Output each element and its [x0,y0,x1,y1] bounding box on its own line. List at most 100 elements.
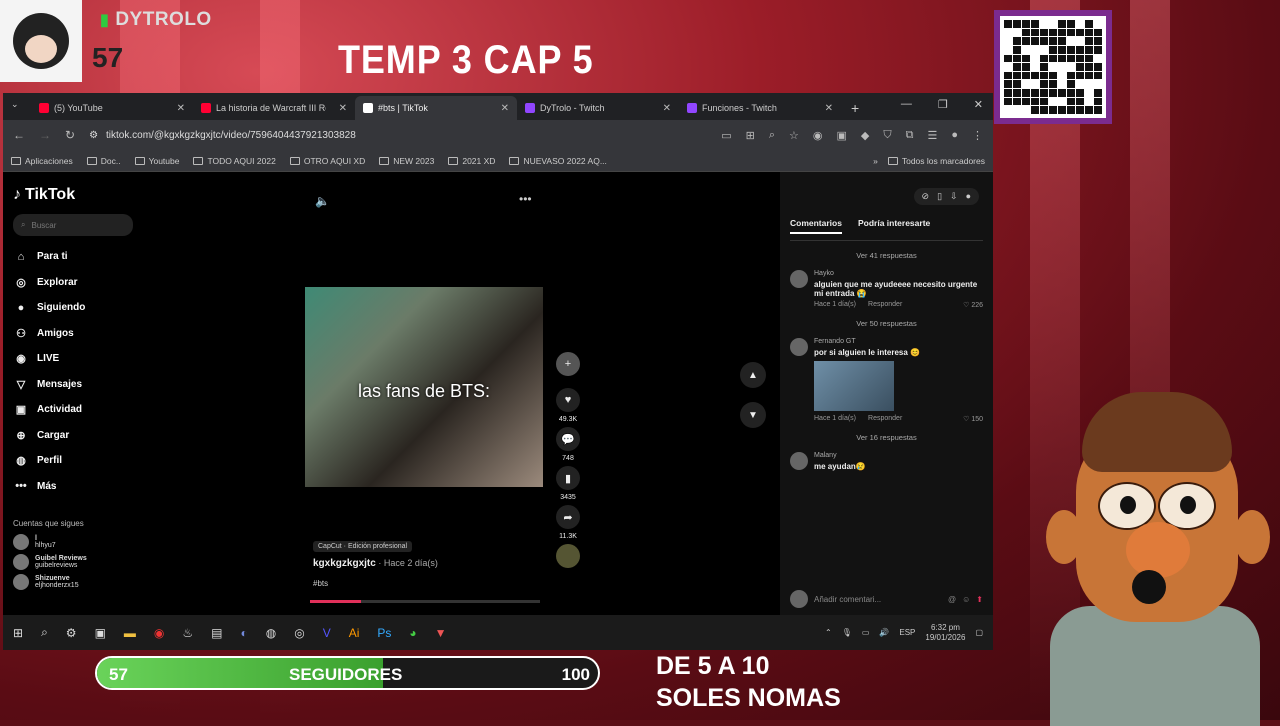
reply-button[interactable]: Responder [868,301,902,309]
tray-arrow-icon[interactable]: ⌃ [825,628,832,637]
app-icon[interactable]: ▤ [211,626,222,640]
nav-item[interactable]: ••• Más [13,474,143,500]
app-icon[interactable]: ◍ [266,626,276,640]
translate-icon[interactable]: ⊞ [746,129,755,142]
maximize-icon[interactable]: ❐ [938,98,948,111]
volume-icon[interactable]: 🔈 [315,194,330,208]
commenter-avatar[interactable] [790,270,808,288]
browser-tab[interactable]: (5) YouTube ✕ [31,96,193,120]
author-name[interactable]: kgxkgzkgxjtc [313,558,376,569]
capcut-badge[interactable]: CapCut · Edición profesional [313,541,413,552]
previous-video-button[interactable]: ▲ [740,362,766,388]
browser-tab[interactable]: #bts | TikTok ✕ [355,96,517,120]
commenter-avatar[interactable] [790,452,808,470]
close-tab-icon[interactable]: ✕ [663,103,671,114]
browser-tab[interactable]: La historia de Warcraft III Re ✕ [193,96,355,120]
commenter-avatar[interactable] [790,338,808,356]
notifications-icon[interactable]: ▢ [975,628,983,637]
user-avatar[interactable]: ● [966,191,971,202]
bookmark-item[interactable]: TODO AQUI 2022 [193,156,276,166]
extension-icon[interactable]: ◉ [813,129,823,142]
download-icon[interactable]: ⇩ [950,191,958,202]
bookmark-item[interactable]: Aplicaciones [11,156,73,166]
send-icon[interactable]: ⬆ [976,595,983,604]
followed-account[interactable]: Guibel Reviews guibelreviews [13,554,143,570]
bookmark-item[interactable]: NUEVASO 2022 AQ... [509,156,607,166]
app-icon[interactable]: ◉ [154,626,164,640]
nav-item[interactable]: ⌂ Para ti [13,244,143,270]
all-bookmarks[interactable]: Todos los marcadores [887,156,985,166]
bookmark-item[interactable]: Youtube [134,156,179,166]
illustrator-icon[interactable]: Ai [349,626,360,640]
profile-icon[interactable]: ● [951,129,958,142]
tab-suggested[interactable]: Podría interesarte [858,218,930,234]
mention-icon[interactable]: @ [948,595,956,604]
app-icon[interactable]: ▣ [95,626,106,640]
menu-icon[interactable]: ⋮ [972,129,983,142]
app-icon[interactable]: V [323,626,331,640]
file-explorer-icon[interactable]: ▬ [124,626,136,640]
followed-account[interactable]: l hlhyu7 [13,534,143,550]
windows-start-icon[interactable]: ⊞ [13,626,23,640]
commenter-name[interactable]: Fernando GT [814,338,983,345]
chrome-icon[interactable]: ◕ [409,626,416,640]
hashtag[interactable]: #bts [313,579,438,588]
more-options-icon[interactable]: ••• [519,192,532,206]
nav-item[interactable]: ▣ Actividad [13,397,143,423]
nav-item[interactable]: ▽ Mensajes [13,372,143,398]
forward-icon[interactable]: → [39,128,51,142]
url-input[interactable]: tiktok.com/@kgxkgzkgxjtc/video/759640443… [106,130,356,141]
puzzle-icon[interactable]: ⧉ [906,129,914,142]
commenter-name[interactable]: Hayko [814,270,983,277]
comment-likes[interactable]: ♡ 150 [963,415,983,423]
browser-tab[interactable]: Funciones - Twitch ✕ [679,96,841,120]
next-video-button[interactable]: ▼ [740,402,766,428]
creator-avatar[interactable]: + [556,352,580,376]
reload-icon[interactable]: ↻ [65,128,75,142]
mic-icon[interactable]: 🎙 [842,628,852,637]
site-info-icon[interactable]: ⚙ [89,130,98,141]
reading-list-icon[interactable]: ☰ [927,129,937,142]
nav-item[interactable]: ⚇ Amigos [13,321,143,347]
nav-item[interactable]: ⊕ Cargar [13,423,143,449]
commenter-name[interactable]: Malany [814,452,866,459]
view-replies[interactable]: Ver 50 respuestas [790,319,983,328]
comment-image[interactable] [814,361,894,411]
save-icon[interactable]: ▮ [556,466,580,490]
tiktok-logo[interactable]: ♪ TikTok [13,186,143,204]
followed-account[interactable]: Shizuenve eljhonderzx15 [13,574,143,590]
like-icon[interactable]: ♥ [556,388,580,412]
clock[interactable]: 6:32 pm 19/01/2026 [925,623,965,642]
bookmark-item[interactable]: 2021 XD [448,156,495,166]
bookmark-item[interactable]: OTRO AQUI XD [289,156,365,166]
mute-icon[interactable]: ⊘ [922,191,930,202]
emoji-icon[interactable]: ☺ [962,595,970,604]
reply-button[interactable]: Responder [868,415,902,423]
comment-icon[interactable]: 💬 [556,427,580,451]
nav-item[interactable]: ● Siguiendo [13,295,143,321]
steam-icon[interactable]: ♨ [182,626,193,640]
language-indicator[interactable]: ESP [899,628,915,637]
shield-icon[interactable]: ⛉ [883,129,891,142]
video-progress[interactable] [310,600,540,603]
network-icon[interactable]: ▭ [862,628,870,637]
photoshop-icon[interactable]: Ps [377,626,391,640]
close-tab-icon[interactable]: ✕ [177,103,185,114]
volume-icon[interactable]: 🔊 [879,628,889,637]
music-disc-icon[interactable] [556,544,580,568]
comment-input[interactable]: Añadir comentari... [814,595,942,604]
extension-icon[interactable]: ◆ [861,129,869,142]
search-input[interactable]: ⌕ Buscar [13,214,133,236]
extension-icon[interactable]: ▣ [836,129,846,142]
search-icon[interactable]: ⌕ [41,625,48,640]
new-tab-button[interactable]: + [851,100,859,116]
app-icon[interactable]: ▼ [435,626,447,640]
tab-comments[interactable]: Comentarios [790,218,842,234]
bookmark-item[interactable]: Doc.. [86,156,121,166]
back-icon[interactable]: ← [13,128,25,142]
view-replies[interactable]: Ver 41 respuestas [790,251,983,260]
video-player[interactable]: las fans de BTS: [305,287,543,487]
zoom-icon[interactable]: ⌕ [769,129,775,142]
device-icon[interactable]: ▯ [937,191,942,202]
nav-item[interactable]: ◍ Perfil [13,448,143,474]
